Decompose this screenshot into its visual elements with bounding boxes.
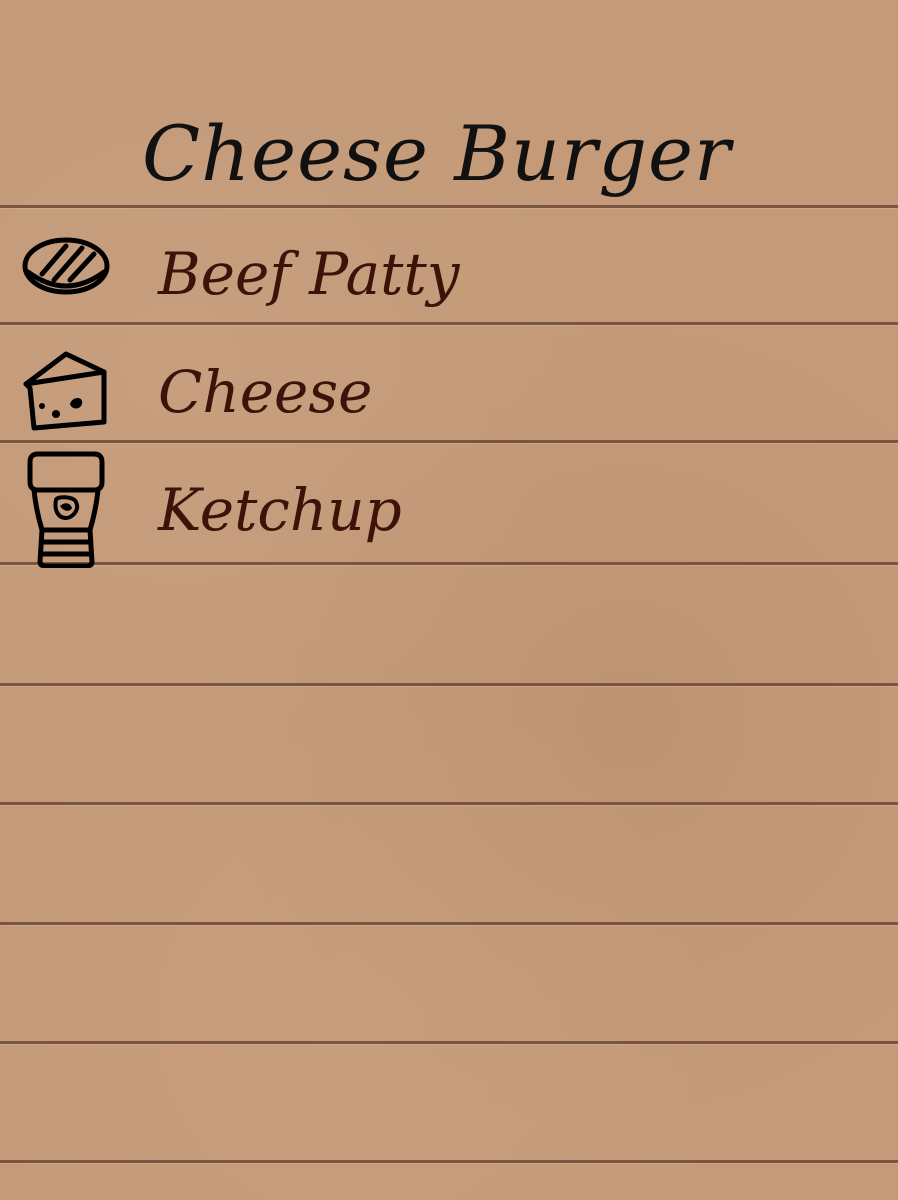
cheese-icon — [20, 344, 112, 436]
beef-patty-icon — [20, 222, 112, 314]
rule-line — [0, 1160, 898, 1163]
rule-line — [0, 802, 898, 805]
rule-line — [0, 1041, 898, 1044]
rule-line — [0, 683, 898, 686]
ketchup-bottle-icon — [20, 450, 112, 568]
ingredient-label: Ketchup — [158, 476, 402, 544]
rule-line — [0, 562, 898, 565]
ingredient-label: Beef Patty — [158, 240, 460, 308]
rule-line — [0, 922, 898, 925]
ingredient-row-ketchup: Ketchup — [0, 444, 898, 568]
ingredient-row-cheese: Cheese — [0, 326, 898, 444]
ingredient-label: Cheese — [158, 358, 373, 426]
recipe-title: Cheese Burger — [142, 109, 732, 198]
ingredient-row-beef-patty: Beef Patty — [0, 208, 898, 326]
recipe-card: Cheese Burger Beef Patty Cheese Ketchup — [0, 0, 898, 1200]
